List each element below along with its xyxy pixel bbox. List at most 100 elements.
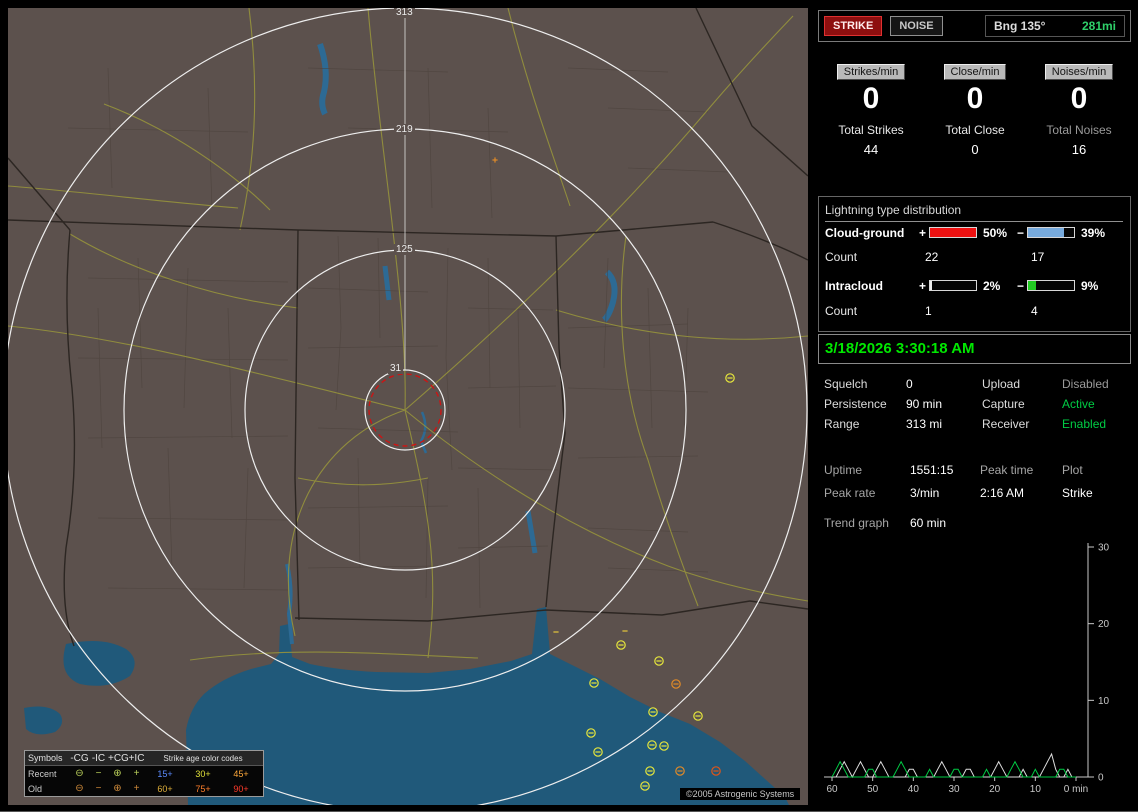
- range-ring-label: 125: [394, 244, 415, 255]
- uptime-value: 1551:15: [910, 463, 954, 477]
- strike-indicator[interactable]: STRIKE: [824, 16, 883, 36]
- cloud-ground-count-row: Count 22 17: [825, 251, 1127, 264]
- age-code: 45+: [233, 768, 249, 779]
- neg-ic-icon: −: [95, 768, 102, 779]
- strikes-per-min-button[interactable]: Strikes/min: [836, 64, 906, 80]
- noises-per-min-value: 0: [1070, 82, 1088, 115]
- capture-status: Active: [1062, 397, 1095, 411]
- trend-y-tick: 10: [1098, 696, 1110, 707]
- trend-y-tick: 0: [1098, 773, 1104, 784]
- ic-plus-bar: [929, 280, 977, 291]
- uptime-label: Uptime: [824, 463, 863, 477]
- pos-cg-icon: ⊕: [113, 783, 122, 794]
- total-noises-value: 16: [1071, 142, 1087, 157]
- peak-time-value: 2:16 AM: [980, 486, 1025, 500]
- strikes-per-min-value: 0: [862, 82, 880, 115]
- pos-ic-icon: +: [133, 768, 140, 779]
- squelch-value: 0: [906, 377, 913, 391]
- pos-cg-icon: ⊕: [113, 768, 122, 779]
- intracloud-row: Intracloud + 2% − 9%: [825, 280, 1127, 293]
- range-ring-label: 31: [388, 363, 404, 374]
- strikes-column: Strikes/min 0 Total Strikes 44: [821, 56, 921, 157]
- total-strikes-value: 44: [863, 142, 879, 157]
- trend-x-tick: 50: [867, 784, 879, 795]
- age-code: 15+: [157, 768, 173, 779]
- neg-cg-icon: ⊖: [75, 783, 84, 794]
- trend-x-tick: 40: [908, 784, 920, 795]
- noises-column: Noises/min 0 Total Noises 16: [1029, 56, 1129, 157]
- cg-minus-bar: [1027, 227, 1075, 238]
- trend-x-tick: 10: [1030, 784, 1042, 795]
- cg-plus-percent: 50%: [983, 226, 1008, 240]
- legend-col-pos-ic: +IC: [128, 752, 145, 764]
- indicator-bar: STRIKE NOISE Bng 135° 281mi: [818, 10, 1131, 42]
- upload-label: Upload: [982, 377, 1021, 391]
- bearing-distance: 281mi: [1081, 19, 1116, 33]
- noise-indicator[interactable]: NOISE: [890, 16, 943, 36]
- map-legend: Symbols -CG -IC +CG +IC Strike age color…: [24, 750, 264, 797]
- neg-cg-icon: ⊖: [75, 768, 84, 779]
- cloud-ground-row: Cloud-ground + 50% − 39%: [825, 227, 1127, 240]
- map-area: 313 219 125 31 Symbols -CG -IC +CG +IC S…: [8, 8, 808, 805]
- noises-per-min-button[interactable]: Noises/min: [1044, 64, 1114, 80]
- distribution-section: Lightning type distribution Cloud-ground…: [818, 196, 1131, 332]
- intracloud-count-row: Count 1 4: [825, 305, 1127, 318]
- legend-col-pos-cg: +CG: [108, 752, 129, 764]
- minus-sign: −: [1017, 279, 1025, 293]
- age-code: 90+: [233, 783, 249, 794]
- trend-graph-label: Trend graph: [824, 516, 889, 530]
- receiver-label: Receiver: [982, 417, 1030, 431]
- legend-title: Symbols: [28, 753, 63, 763]
- total-noises-label: Total Noises: [1046, 123, 1112, 137]
- old-age-codes: 60+ 75+ 90+: [146, 784, 260, 794]
- receiver-status: Enabled: [1062, 417, 1107, 431]
- legend-old-label: Old: [28, 783, 43, 794]
- trend-series-noises: [831, 760, 1076, 778]
- range-ring-label: 219: [394, 124, 415, 135]
- total-strikes-label: Total Strikes: [838, 123, 904, 137]
- trend-x-tick: 0 min: [1064, 784, 1088, 795]
- peak-time-label: Peak time: [980, 463, 1034, 477]
- ic-plus-count: 1: [925, 304, 932, 318]
- legend-col-neg-ic: -IC: [91, 752, 106, 764]
- total-close-label: Total Close: [945, 123, 1005, 137]
- intracloud-label: Intracloud: [825, 279, 884, 293]
- plus-sign: +: [919, 279, 927, 293]
- pos-ic-icon: +: [133, 783, 140, 794]
- squelch-label: Squelch: [824, 377, 868, 391]
- status-panel: STRIKE NOISE Bng 135° 281mi Strikes/min …: [818, 8, 1132, 806]
- plus-sign: +: [919, 226, 927, 240]
- age-code: 30+: [195, 768, 211, 779]
- persistence-value: 90 min: [906, 397, 943, 411]
- legend-old-row: Old ⊖ − ⊕ + 60+ 75+ 90+: [25, 781, 263, 796]
- persistence-label: Persistence: [824, 397, 887, 411]
- close-per-min-button[interactable]: Close/min: [943, 64, 1007, 80]
- datetime-display: 3/18/2026 3:30:18 AM: [818, 334, 1131, 364]
- age-code: 75+: [195, 783, 211, 794]
- count-label: Count: [825, 304, 858, 318]
- range-ring-label: 313: [394, 8, 415, 18]
- trend-x-tick: 60: [826, 784, 838, 795]
- neg-ic-icon: −: [95, 783, 102, 794]
- legend-recent-label: Recent: [28, 768, 57, 779]
- trend-chart: 30 20 10 0 60 50 40 30 20 10 0 min: [824, 543, 1110, 795]
- legend-age-title: Strike age color codes: [163, 753, 243, 763]
- cg-plus-bar: [929, 227, 977, 238]
- plot-value: Strike: [1062, 486, 1093, 500]
- cg-plus-count: 22: [925, 250, 939, 264]
- trend-series-strikes: [832, 752, 1076, 779]
- copyright-text: ©2005 Astrogenic Systems: [680, 788, 801, 800]
- capture-label: Capture: [982, 397, 1025, 411]
- range-label: Range: [824, 417, 860, 431]
- trend-graph-value: 60 min: [910, 516, 947, 530]
- distribution-title: Lightning type distribution: [825, 203, 1123, 222]
- ic-plus-percent: 2%: [983, 279, 1001, 293]
- ic-minus-count: 4: [1031, 304, 1038, 318]
- legend-col-neg-cg: -CG: [70, 752, 89, 764]
- trend-y-tick: 20: [1098, 619, 1110, 630]
- ic-minus-bar: [1027, 280, 1075, 291]
- range-value: 313 mi: [906, 417, 943, 431]
- count-label: Count: [825, 250, 858, 264]
- minus-sign: −: [1017, 226, 1025, 240]
- trend-x-tick: 30: [948, 784, 960, 795]
